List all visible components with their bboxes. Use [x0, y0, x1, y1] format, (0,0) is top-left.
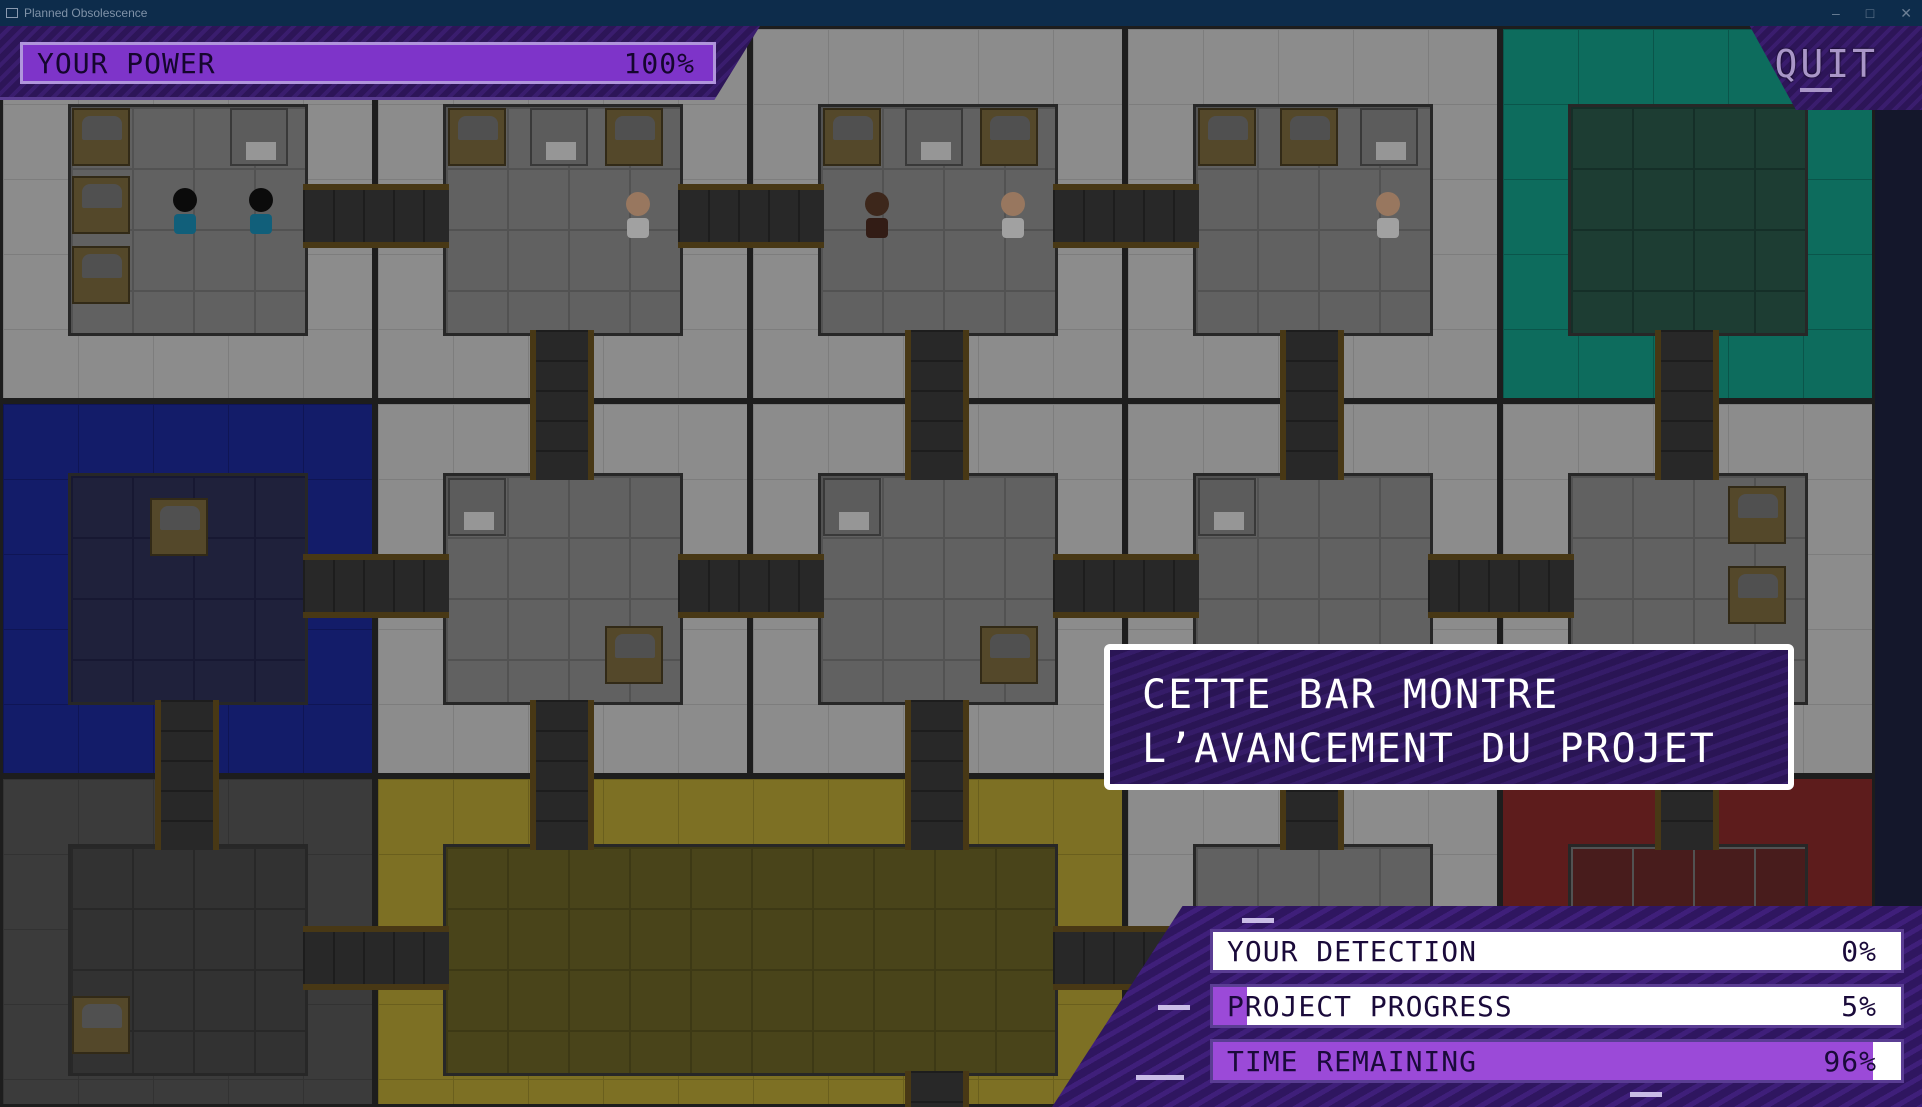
desk-icon — [72, 246, 130, 304]
npc-worker[interactable] — [1000, 192, 1026, 244]
printer-icon — [1360, 108, 1418, 166]
desk-icon — [1198, 108, 1256, 166]
quit-underline — [1800, 88, 1832, 92]
window-titlebar: Planned Obsolescence – □ ✕ — [0, 0, 1922, 26]
tooltip-line-1: CETTE BAR MONTRE — [1142, 672, 1560, 718]
npc-worker[interactable] — [625, 192, 651, 244]
printer-icon — [1198, 478, 1256, 536]
desk-icon — [605, 108, 663, 166]
corridor — [678, 184, 824, 248]
time-remaining-label: TIME REMAINING — [1227, 1044, 1478, 1078]
power-label: YOUR POWER — [37, 46, 216, 80]
power-value: 100% — [623, 46, 695, 80]
corridor — [303, 926, 449, 990]
detection-value: 0% — [1841, 934, 1877, 968]
desk-icon — [823, 108, 881, 166]
corridor — [905, 330, 969, 480]
time-remaining-value: 96% — [1823, 1044, 1877, 1078]
time-remaining-bar: TIME REMAINING 96% — [1210, 1039, 1904, 1083]
maximize-button[interactable]: □ — [1866, 5, 1874, 21]
desk-icon — [72, 176, 130, 234]
app-icon — [6, 8, 18, 18]
desk-icon — [1280, 108, 1338, 166]
panel-dash — [1136, 1075, 1184, 1080]
printer-icon — [448, 478, 506, 536]
corridor — [530, 700, 594, 850]
project-progress-value: 5% — [1841, 989, 1877, 1023]
corridor — [905, 700, 969, 850]
corridor — [1053, 184, 1199, 248]
corridor — [1655, 330, 1719, 480]
window-title: Planned Obsolescence — [24, 6, 148, 20]
window-controls: – □ ✕ — [1832, 0, 1912, 26]
quit-button[interactable]: QUIT — [1774, 42, 1878, 86]
player-character[interactable] — [172, 188, 198, 240]
desk-icon — [150, 498, 208, 556]
panel-dash — [1630, 1092, 1662, 1097]
close-button[interactable]: ✕ — [1900, 5, 1912, 22]
project-progress-bar: PROJECT PROGRESS 5% — [1210, 984, 1904, 1028]
corridor — [155, 700, 219, 850]
panel-dash — [1242, 918, 1274, 923]
printer-icon — [530, 108, 588, 166]
minimize-button[interactable]: – — [1832, 5, 1840, 21]
corridor — [1053, 554, 1199, 618]
desk-icon — [448, 108, 506, 166]
corridor — [1280, 330, 1344, 480]
corridor — [905, 1071, 969, 1107]
printer-icon — [230, 108, 288, 166]
panel-dash — [1158, 1005, 1190, 1010]
tutorial-tooltip: CETTE BAR MONTRE L’AVANCEMENT DU PROJET — [1104, 644, 1794, 790]
office-kitchen — [443, 844, 1058, 1076]
project-progress-label: PROJECT PROGRESS — [1227, 989, 1513, 1023]
tooltip-line-2: L’AVANCEMENT DU PROJET — [1142, 726, 1716, 772]
corridor — [303, 184, 449, 248]
player-character[interactable] — [248, 188, 274, 240]
desk-icon — [980, 626, 1038, 684]
printer-icon — [905, 108, 963, 166]
npc-worker[interactable] — [1375, 192, 1401, 244]
printer-icon — [823, 478, 881, 536]
detection-bar: YOUR DETECTION 0% — [1210, 929, 1904, 973]
npc-worker[interactable] — [864, 192, 890, 244]
corridor — [303, 554, 449, 618]
office-bathroom — [1568, 104, 1808, 336]
desk-icon — [1728, 566, 1786, 624]
desk-icon — [605, 626, 663, 684]
corridor — [530, 330, 594, 480]
corridor — [678, 554, 824, 618]
desk-icon — [72, 108, 130, 166]
desk-icon — [72, 996, 130, 1054]
power-bar: YOUR POWER 100% — [20, 42, 716, 84]
desk-icon — [980, 108, 1038, 166]
corridor — [1428, 554, 1574, 618]
detection-label: YOUR DETECTION — [1227, 934, 1478, 968]
desk-icon — [1728, 486, 1786, 544]
